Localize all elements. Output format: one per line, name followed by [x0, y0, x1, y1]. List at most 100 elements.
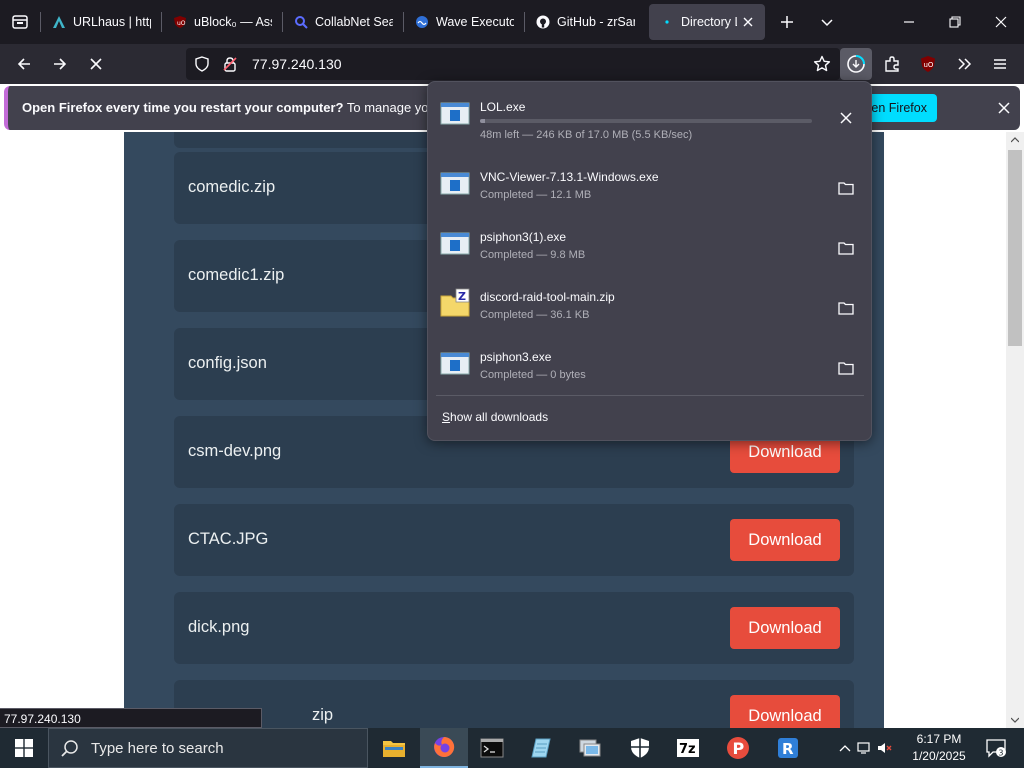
taskbar-terminal[interactable] — [468, 728, 516, 768]
close-tab-icon[interactable] — [741, 15, 755, 29]
tab-ublock[interactable]: uO uBlock₀ — Ass — [162, 4, 282, 40]
puzzle-piece-icon — [885, 56, 899, 72]
file-name: dick.png — [188, 618, 250, 636]
download-status: Completed — 36.1 KB — [480, 309, 590, 321]
download-item[interactable]: VNC-Viewer-7.13.1-Windows.exe Completed … — [434, 160, 866, 220]
show-in-folder-button[interactable] — [832, 234, 860, 262]
show-in-folder-button[interactable] — [832, 294, 860, 322]
downloads-button[interactable] — [840, 48, 872, 80]
downloads-divider — [436, 395, 864, 396]
download-progress-bar — [480, 119, 812, 123]
system-tray — [836, 728, 896, 768]
taskbar-file-explorer[interactable] — [370, 728, 418, 768]
taskbar-remote-desktop[interactable] — [566, 728, 614, 768]
show-hidden-icons-chevron-icon[interactable] — [836, 728, 854, 768]
tab-title: URLhaus | http — [73, 15, 151, 29]
app-menu-button[interactable] — [984, 48, 1016, 80]
svg-text:uO: uO — [924, 61, 934, 69]
download-item[interactable]: Z discord-raid-tool-main.zip Completed —… — [434, 280, 866, 340]
download-status: Completed — 0 bytes — [480, 369, 586, 381]
tab-urlhaus[interactable]: URLhaus | http — [41, 4, 161, 40]
download-status: 48m left — 246 KB of 17.0 MB (5.5 KB/sec… — [480, 129, 693, 141]
file-name: zip — [312, 706, 334, 724]
taskbar-psiphon[interactable]: P — [714, 728, 762, 768]
taskbar-notepad[interactable] — [516, 728, 564, 768]
download-button[interactable]: Download — [730, 607, 840, 649]
exe-file-icon — [440, 232, 470, 255]
download-file-name: VNC-Viewer-7.13.1-Windows.exe — [480, 170, 659, 184]
download-status: Completed — 9.8 MB — [480, 249, 586, 261]
urlhaus-icon — [51, 14, 67, 30]
ublock-extension-button[interactable]: uO — [912, 48, 944, 80]
bookmark-star-icon[interactable] — [810, 52, 834, 76]
start-button[interactable] — [0, 728, 48, 768]
clock-time: 6:17 PM — [916, 732, 962, 746]
plus-icon — [781, 16, 793, 28]
svg-text:Z: Z — [458, 290, 466, 303]
windows-taskbar: Type here to search 7z P R 6:17 PM 1/20/… — [0, 728, 1024, 768]
list-all-tabs-button[interactable] — [807, 0, 847, 44]
download-button[interactable]: Download — [730, 695, 840, 728]
taskbar-7zip[interactable]: 7z — [664, 728, 712, 768]
download-file-name: psiphon3.exe — [480, 350, 552, 364]
close-icon — [995, 16, 1007, 28]
taskbar-search-box[interactable]: Type here to search — [48, 728, 368, 768]
taskbar-app-r[interactable]: R — [764, 728, 812, 768]
overflow-menu-button[interactable] — [948, 48, 980, 80]
show-in-folder-button[interactable] — [832, 174, 860, 202]
close-window-button[interactable] — [978, 0, 1024, 44]
exe-file-icon — [440, 102, 470, 125]
windows-logo-icon — [15, 739, 33, 757]
network-icon[interactable] — [856, 728, 874, 768]
taskbar-windows-security[interactable] — [616, 728, 664, 768]
notification-message: Open Firefox every time you restart your… — [22, 100, 471, 115]
page-scrollbar[interactable] — [1006, 132, 1024, 728]
volume-muted-icon[interactable] — [876, 728, 894, 768]
folder-icon — [838, 302, 854, 315]
show-in-folder-button[interactable] — [832, 354, 860, 382]
restore-button[interactable] — [932, 0, 978, 44]
folder-icon — [838, 242, 854, 255]
scrollbar-thumb[interactable] — [1008, 150, 1022, 346]
tab-wave[interactable]: Wave Executo — [404, 4, 524, 40]
file-name: csm-dev.png — [188, 442, 282, 460]
forward-button[interactable] — [44, 48, 76, 80]
scroll-up-arrow-icon[interactable] — [1006, 132, 1024, 148]
tab-collabnet[interactable]: CollabNet Sea — [283, 4, 403, 40]
extensions-button[interactable] — [876, 48, 908, 80]
action-center-button[interactable]: 3 — [976, 728, 1016, 768]
file-name: config.json — [188, 354, 267, 372]
back-button[interactable] — [8, 48, 40, 80]
hamburger-menu-icon — [994, 59, 1006, 69]
cancel-download-button[interactable] — [832, 104, 860, 132]
url-bar[interactable]: 77.97.240.130 — [186, 48, 840, 80]
scroll-down-arrow-icon[interactable] — [1006, 712, 1024, 728]
tab-directory-listing[interactable]: Directory Li — [649, 4, 765, 40]
download-file-name: LOL.exe — [480, 100, 526, 114]
tracking-protection-icon[interactable] — [190, 52, 214, 76]
stop-button[interactable] — [80, 48, 112, 80]
folder-icon — [838, 362, 854, 375]
insecure-lock-icon[interactable] — [218, 52, 242, 76]
exe-file-icon — [440, 352, 470, 375]
wave-icon — [414, 14, 430, 30]
taskbar-firefox[interactable] — [420, 728, 468, 768]
download-item[interactable]: psiphon3.exe Completed — 0 bytes — [434, 340, 866, 400]
new-tab-button[interactable] — [767, 0, 807, 44]
close-icon — [840, 112, 852, 124]
download-item-in-progress[interactable]: LOL.exe 48m left — 246 KB of 17.0 MB (5.… — [434, 90, 866, 150]
stop-icon — [90, 58, 102, 70]
minimize-button[interactable] — [886, 0, 932, 44]
folder-icon — [383, 741, 405, 757]
download-item[interactable]: psiphon3(1).exe Completed — 9.8 MB — [434, 220, 866, 280]
tab-github[interactable]: GitHub - zrSar — [525, 4, 645, 40]
arrow-right-icon — [54, 58, 67, 70]
downloads-progress-icon — [847, 55, 865, 73]
show-all-downloads-link[interactable]: Show all downloads — [442, 410, 548, 424]
download-button[interactable]: Download — [730, 519, 840, 561]
taskbar-clock[interactable]: 6:17 PM 1/20/2025 — [906, 731, 972, 765]
firefox-view-button[interactable] — [0, 0, 40, 44]
notepad-icon — [531, 738, 551, 758]
firefox-icon — [434, 736, 455, 757]
close-notification-button[interactable] — [992, 96, 1016, 120]
